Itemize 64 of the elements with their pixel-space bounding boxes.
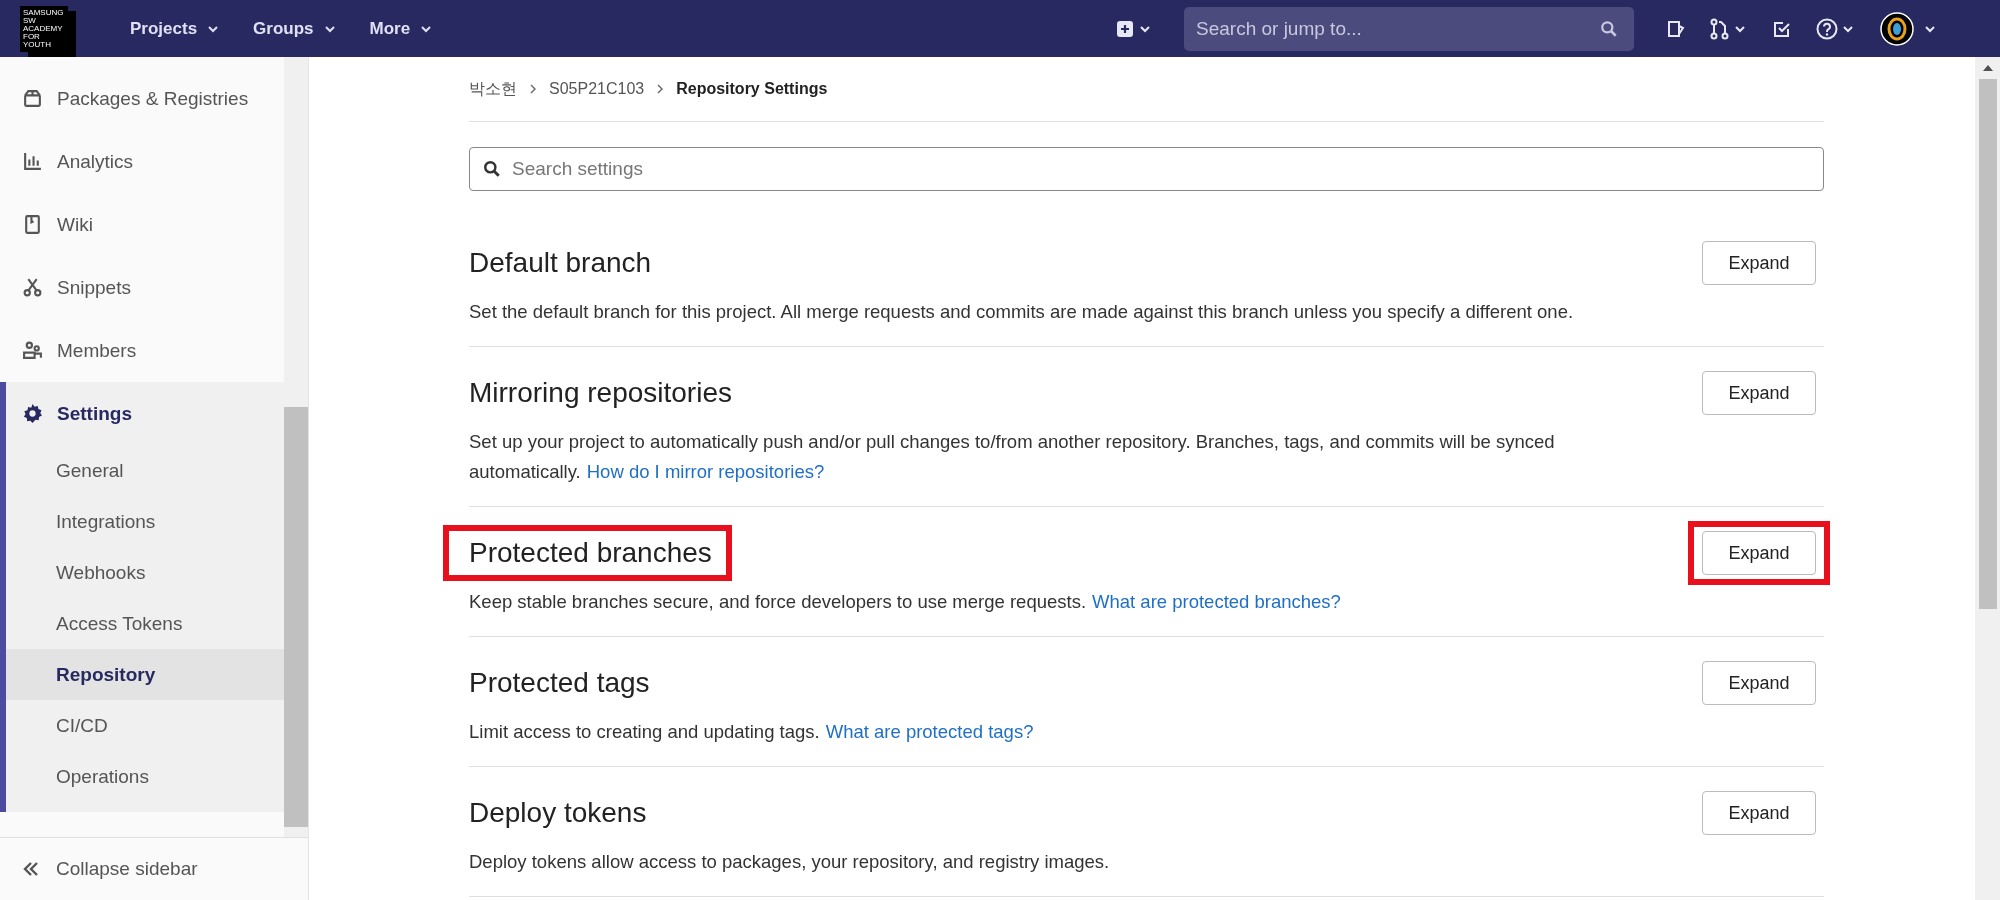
expand-button[interactable]: Expand [1702, 241, 1816, 285]
help-link[interactable]: What are protected tags? [825, 721, 1034, 742]
sidebar-subitem[interactable]: Access Tokens [6, 598, 284, 649]
section-description: Set up your project to automatically push and/or pull changes to/from another repository. Branches, tags, and commits will be synced automatically. How do I mirror repositories? [469, 430, 1556, 484]
sidebar-subitem[interactable]: General [6, 445, 284, 496]
section-description: Limit access to creating and updating tags. What are protected tags? [469, 720, 1035, 744]
section-description: Deploy tokens allow access to packages, your repository, and registry images. [469, 850, 1111, 874]
chevron-icon [656, 83, 665, 95]
caret-icon [420, 24, 433, 33]
nav-menu-button[interactable]: Projects [118, 12, 232, 45]
people-icon [22, 340, 43, 361]
section-title: Mirroring repositories [468, 376, 733, 410]
book-icon [22, 214, 43, 235]
caret-icon [323, 24, 336, 33]
sidebar-subitem[interactable]: Integrations [6, 496, 284, 547]
scrollbar[interactable] [284, 57, 308, 837]
search-field[interactable]: Search or jump to... [1184, 6, 1634, 51]
help-link[interactable]: How do I mirror repositories? [586, 461, 825, 482]
issues-icon[interactable] [1666, 18, 1686, 39]
scrollbar-thumb[interactable] [1978, 79, 1997, 609]
sidebar-item[interactable]: Analytics [0, 130, 284, 193]
double-chevron-icon [22, 860, 40, 878]
collapse-sidebar-link[interactable]: Collapse sidebar [0, 838, 308, 900]
merge-request-icon[interactable] [1710, 17, 1748, 40]
section-title: Default branch [468, 246, 653, 280]
scroll-up-icon[interactable] [1982, 65, 1993, 71]
expand-button[interactable]: Expand [1702, 531, 1816, 575]
scrollbar-thumb[interactable] [284, 407, 308, 827]
help-icon[interactable] [1816, 16, 1856, 41]
search-settings-field[interactable]: Search settings [469, 147, 1824, 191]
breadcrumb-link[interactable]: S05P21C103 [549, 80, 645, 98]
sidebar-item[interactable]: Settings [6, 382, 284, 445]
breadcrumb-link[interactable]: 박소현 [469, 78, 517, 100]
search-icon [1600, 19, 1618, 38]
caret-icon [207, 24, 220, 33]
nav-menu-button[interactable]: Groups [241, 12, 348, 45]
sidebar-item[interactable]: Packages & Registries [0, 67, 284, 130]
sidebar-subitem[interactable]: CI/CD [6, 700, 284, 751]
gear-icon [22, 403, 43, 424]
section-title: Deploy tokens [468, 796, 648, 830]
sidebar-item[interactable]: Snippets [0, 256, 284, 319]
avatar-icon[interactable] [1880, 11, 1914, 46]
nav-menu-button[interactable]: More [357, 12, 445, 45]
section-description: Keep stable branches secure, and force developers to use merge requests. What are protected branches? [469, 590, 1342, 614]
package-icon [22, 88, 43, 109]
new-item-icon[interactable] [1116, 18, 1152, 39]
expand-button[interactable]: Expand [1702, 371, 1816, 415]
chevron-icon [529, 83, 537, 95]
expand-button[interactable]: Expand [1702, 661, 1816, 705]
chart-icon [22, 151, 43, 172]
breadcrumb-link[interactable]: Repository Settings [676, 80, 828, 98]
section-description: Set the default branch for this project. All merge requests and commits are made against this branch unless you specify a different one. [469, 300, 1575, 324]
sidebar-subitem[interactable]: Operations [6, 751, 284, 802]
scissors-icon [22, 277, 43, 298]
help-link[interactable]: What are protected branches? [1092, 591, 1341, 612]
section-title: Protected tags [468, 666, 651, 700]
scrollbar[interactable] [1975, 57, 2000, 900]
caret-icon[interactable] [1924, 24, 1936, 33]
sidebar-subitem[interactable]: Repository [6, 649, 284, 700]
sidebar-subitem[interactable]: Webhooks [6, 547, 284, 598]
sidebar-item[interactable]: Wiki [0, 193, 284, 256]
section-title: Protected branches [443, 525, 732, 581]
expand-button[interactable]: Expand [1702, 791, 1816, 835]
sidebar-item[interactable]: Members [0, 319, 284, 382]
